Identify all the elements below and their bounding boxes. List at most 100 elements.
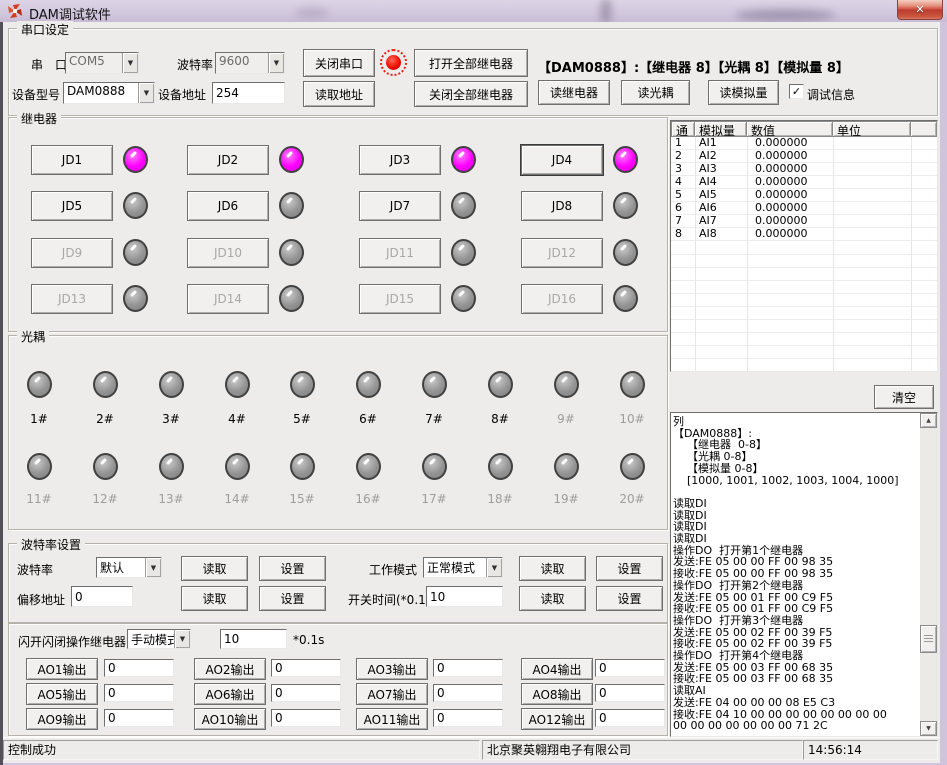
ao4-output-button[interactable]: AO4输出	[521, 658, 593, 680]
opto-led-19	[554, 453, 579, 480]
offset-set-button[interactable]: 设置	[259, 586, 326, 611]
ao11-output-button[interactable]: AO11输出	[356, 708, 428, 730]
ao1-output-input[interactable]	[104, 659, 174, 677]
close-all-relays-button[interactable]: 关闭全部继电器	[414, 81, 528, 107]
work-mode-read-button[interactable]: 读取	[519, 556, 586, 581]
opto-label-8: 8#	[482, 412, 518, 426]
ao11-output-input[interactable]	[433, 709, 503, 727]
switch-time-set-button[interactable]: 设置	[596, 586, 663, 611]
scroll-down-button[interactable]: ▼	[920, 721, 937, 736]
serial-status-led	[386, 55, 401, 70]
ao9-output-input[interactable]	[104, 709, 174, 727]
device-addr-input[interactable]	[212, 82, 285, 104]
ao8-output-input[interactable]	[595, 684, 665, 702]
read-relay-button[interactable]: 读继电器	[538, 80, 610, 105]
opto-led-10	[620, 371, 645, 398]
ao8-output-button[interactable]: AO8输出	[521, 683, 593, 705]
opto-label-1: 1#	[21, 412, 57, 426]
status-company: 北京聚英翱翔电子有限公司	[482, 740, 803, 760]
opto-label-19: 19#	[548, 492, 584, 506]
work-mode-set-button[interactable]: 设置	[596, 556, 663, 581]
ao9-output-button[interactable]: AO9输出	[26, 708, 98, 730]
ao10-output-input[interactable]	[271, 709, 341, 727]
log-console: 列 【DAM0888】: 【继电器 0-8】 【光耦 0-8】 【模拟量 0-8…	[670, 412, 938, 737]
ao2-output-button[interactable]: AO2输出	[194, 658, 266, 680]
ao12-output-input[interactable]	[595, 709, 665, 727]
serial-port-select[interactable]: COM5 ▼	[65, 52, 139, 74]
table-row[interactable]: 8 AI8 0.000000	[671, 228, 937, 241]
opto-led-18	[488, 453, 513, 480]
col-header-value[interactable]: 数值	[747, 121, 833, 137]
ao3-output-button[interactable]: AO3输出	[356, 658, 428, 680]
ao6-output-input[interactable]	[271, 684, 341, 702]
work-mode-select[interactable]: 正常模式 ▼	[423, 557, 503, 578]
relay-button-jd6[interactable]: JD6	[187, 191, 269, 221]
ao6-output-button[interactable]: AO6输出	[194, 683, 266, 705]
flash-mode-select[interactable]: 手动模式 ▼	[127, 629, 191, 649]
debug-info-checkbox[interactable]: ✓	[789, 84, 804, 99]
ao1-output-button[interactable]: AO1输出	[26, 658, 98, 680]
table-row[interactable]: 6 AI6 0.000000	[671, 202, 937, 215]
table-empty-rows	[671, 242, 937, 371]
opto-led-2	[93, 371, 118, 398]
cell-value: 0.000000	[747, 202, 833, 214]
ao10-output-button[interactable]: AO10输出	[194, 708, 266, 730]
ao7-output-button[interactable]: AO7输出	[356, 683, 428, 705]
read-addr-button[interactable]: 读取地址	[303, 81, 375, 107]
col-header-channel[interactable]: 通	[671, 121, 695, 137]
close-port-button[interactable]: 关闭串口	[303, 49, 375, 77]
relay-button-jd1[interactable]: JD1	[31, 145, 113, 175]
cell-unit	[833, 150, 911, 162]
device-model-select[interactable]: DAM0888 ▼	[63, 82, 155, 104]
ao5-output-input[interactable]	[104, 684, 174, 702]
cell-unit	[833, 228, 911, 240]
baud-read-button[interactable]: 读取	[181, 556, 248, 581]
cell-unit	[833, 189, 911, 201]
ao3-output-input[interactable]	[433, 659, 503, 677]
table-gridline	[695, 137, 696, 371]
ao5-output-button[interactable]: AO5输出	[26, 683, 98, 705]
relay-button-jd5[interactable]: JD5	[31, 191, 113, 221]
opto-led-20	[620, 453, 645, 480]
ao2-output-input[interactable]	[271, 659, 341, 677]
switch-time-input[interactable]	[426, 586, 503, 607]
baudrate-select[interactable]: 9600 ▼	[215, 52, 285, 74]
switch-time-read-button[interactable]: 读取	[519, 586, 586, 611]
table-row[interactable]: 4 AI4 0.000000	[671, 176, 937, 189]
col-header-extra[interactable]	[911, 121, 937, 137]
close-button[interactable]: ✕	[897, 0, 943, 20]
relay-button-jd7[interactable]: JD7	[359, 191, 441, 221]
flash-time-input[interactable]	[220, 629, 287, 649]
ao12-output-button[interactable]: AO12输出	[521, 708, 593, 730]
ao7-output-input[interactable]	[433, 684, 503, 702]
opto-led-14	[225, 453, 250, 480]
log-scrollbar[interactable]: ▲ ▼	[920, 413, 937, 736]
baud-select[interactable]: 默认 ▼	[96, 557, 162, 578]
ao4-output-input[interactable]	[595, 659, 665, 677]
opto-led-16	[356, 453, 381, 480]
table-row[interactable]: 3 AI3 0.000000	[671, 163, 937, 176]
offset-addr-label: 偏移地址	[17, 591, 65, 608]
read-analog-button[interactable]: 读模拟量	[708, 80, 779, 105]
relay-button-jd3[interactable]: JD3	[359, 145, 441, 175]
offset-read-button[interactable]: 读取	[181, 586, 248, 611]
baud-set-button[interactable]: 设置	[259, 556, 326, 581]
table-row[interactable]: 1 AI1 0.000000	[671, 137, 937, 150]
relay-led-jd3	[451, 146, 476, 173]
open-all-relays-button[interactable]: 打开全部继电器	[414, 49, 528, 77]
scrollbar-thumb[interactable]	[920, 625, 937, 653]
chevron-down-icon: ▼	[145, 558, 161, 577]
col-header-unit[interactable]: 单位	[833, 121, 911, 137]
relay-button-jd4[interactable]: JD4	[521, 145, 603, 175]
table-row[interactable]: 2 AI2 0.000000	[671, 150, 937, 163]
read-opto-button[interactable]: 读光耦	[621, 80, 690, 105]
cell-channel: 5	[671, 189, 695, 201]
col-header-analog[interactable]: 模拟量	[695, 121, 747, 137]
scroll-up-button[interactable]: ▲	[920, 413, 937, 428]
table-row[interactable]: 5 AI5 0.000000	[671, 189, 937, 202]
relay-button-jd2[interactable]: JD2	[187, 145, 269, 175]
table-row[interactable]: 7 AI7 0.000000	[671, 215, 937, 228]
clear-log-button[interactable]: 清空	[874, 385, 934, 409]
offset-addr-input[interactable]	[71, 586, 133, 607]
relay-button-jd8[interactable]: JD8	[521, 191, 603, 221]
